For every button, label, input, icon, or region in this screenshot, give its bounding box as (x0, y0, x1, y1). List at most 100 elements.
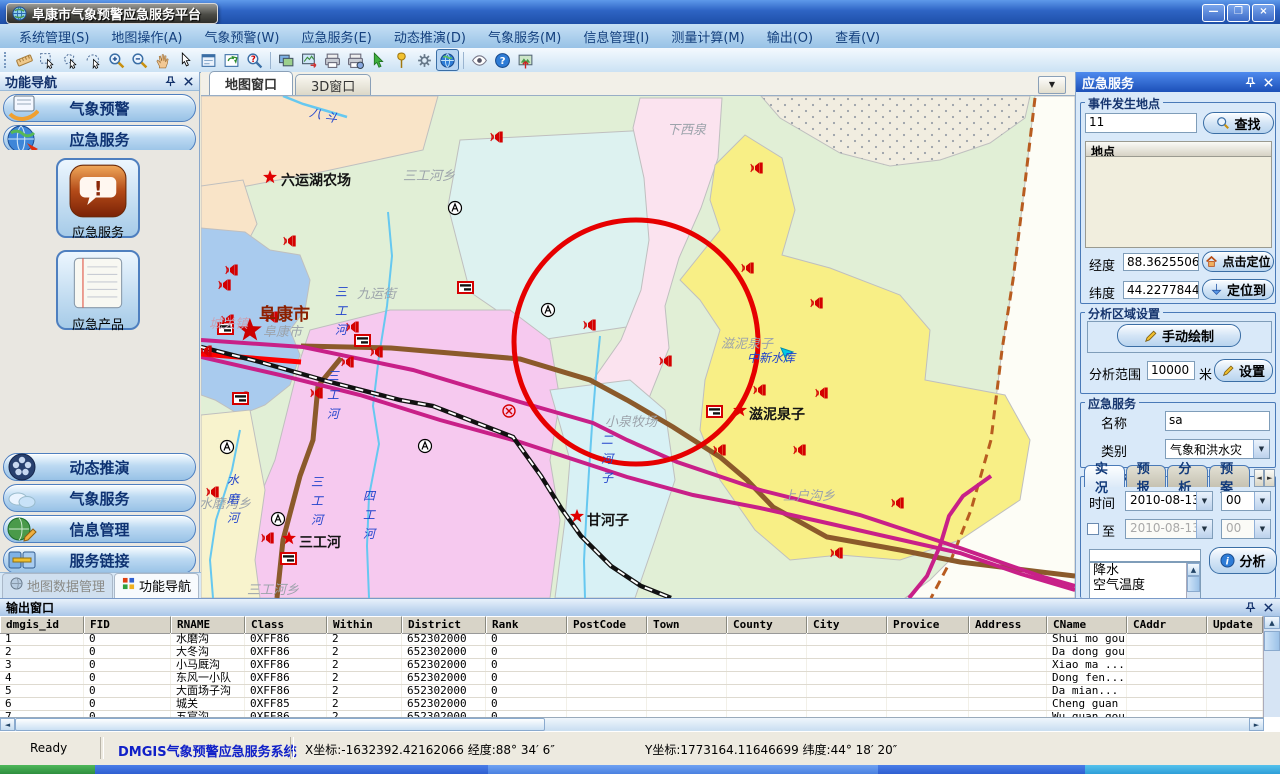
location-list[interactable] (1085, 156, 1272, 248)
pin-icon[interactable] (390, 49, 413, 71)
chevron-down-icon[interactable]: ▼ (1254, 520, 1270, 538)
export-image-icon[interactable] (514, 49, 537, 71)
shortcut-button-应急服务[interactable]: !应急服务 (56, 158, 140, 238)
list-item[interactable]: 降水 (1090, 563, 1187, 578)
column-header-Address[interactable]: Address (969, 616, 1047, 633)
flag-marker[interactable] (355, 335, 370, 346)
element-listbox[interactable]: 降水空气温度 ▲ (1089, 562, 1201, 598)
nav-button-应急服务[interactable]: 应急服务 (3, 125, 196, 153)
element-selected-box[interactable] (1089, 549, 1201, 562)
output-vertical-scrollbar[interactable]: ▲ (1263, 616, 1280, 717)
map-tab-3D窗口[interactable]: 3D窗口 (295, 74, 371, 95)
column-header-Provice[interactable]: Provice (887, 616, 969, 633)
column-header-County[interactable]: County (727, 616, 807, 633)
range-input[interactable]: 10000 (1147, 361, 1195, 380)
station-marker[interactable] (542, 304, 555, 317)
map-tab-dropdown-button[interactable]: ▼ (1038, 76, 1066, 94)
close-button[interactable]: × (1252, 4, 1275, 22)
identify-icon[interactable]: ? (243, 49, 266, 71)
toolbar-grip[interactable] (4, 52, 9, 68)
scroll-left-icon[interactable]: ◄ (0, 718, 15, 731)
latitude-input[interactable]: 44.2277844 (1123, 281, 1199, 299)
column-header-Update[interactable]: Update (1207, 616, 1263, 633)
select-free-icon[interactable] (82, 49, 105, 71)
close-icon[interactable] (1263, 602, 1274, 613)
date-select[interactable]: 2010-08-13▼ (1125, 491, 1213, 511)
column-header-CName[interactable]: CName (1047, 616, 1127, 633)
nav-button-信息管理[interactable]: 信息管理 (3, 515, 196, 543)
map-canvas[interactable]: 三工河乡下西泉九运街小泉牧场上户沟乡水磨沟乡三工河乡滋泥泉子阜康市城关镇六运湖农… (201, 96, 1075, 598)
left-tab-功能导航[interactable]: 功能导航 (114, 573, 199, 598)
select-polygon-icon[interactable] (59, 49, 82, 71)
nav-button-气象预警[interactable]: 气象预警 (3, 94, 196, 122)
manual-draw-button[interactable]: 手动绘制 (1117, 324, 1241, 347)
analysis-tab-预案[interactable]: 预案 (1209, 465, 1250, 487)
flag-marker[interactable] (458, 282, 473, 293)
station-marker[interactable] (419, 440, 432, 453)
export-map-icon[interactable] (298, 49, 321, 71)
restore-button[interactable]: ❐ (1227, 4, 1250, 22)
chevron-down-icon[interactable]: ▼ (1196, 520, 1212, 538)
pin-icon[interactable] (1245, 602, 1256, 613)
scroll-up-icon[interactable]: ▲ (1187, 563, 1200, 576)
column-header-PostCode[interactable]: PostCode (567, 616, 647, 633)
flag-marker[interactable] (707, 406, 722, 417)
column-header-District[interactable]: District (402, 616, 486, 633)
menu-item-6[interactable]: 气象服务(M) (477, 25, 572, 48)
nav-button-动态推演[interactable]: 动态推演 (3, 453, 196, 481)
help-icon[interactable]: ? (491, 49, 514, 71)
layers-icon[interactable] (275, 49, 298, 71)
longitude-input[interactable]: 88.3625506 (1123, 253, 1199, 271)
service-name-input[interactable]: sa (1165, 411, 1270, 431)
select-rect-icon[interactable] (36, 49, 59, 71)
close-icon[interactable] (1263, 77, 1274, 88)
print-icon[interactable] (321, 49, 344, 71)
column-header-dmgis_id[interactable]: dmgis_id (0, 616, 84, 633)
output-table[interactable]: 10水磨沟0XFF8626523020000Shui mo gou20大冬沟0X… (0, 633, 1264, 717)
left-tab-地图数据管理[interactable]: 地图数据管理 (2, 573, 113, 598)
location-search-input[interactable]: 11 (1085, 113, 1197, 133)
scroll-right-icon[interactable]: ► (1249, 718, 1264, 731)
location-list-header[interactable]: 地点 (1085, 141, 1272, 157)
analyze-button[interactable]: i 分析 (1209, 547, 1277, 574)
table-row[interactable]: 10水磨沟0XFF8626523020000Shui mo gou (0, 633, 1264, 646)
nav-button-服务链接[interactable]: 服务链接 (3, 546, 196, 574)
menu-item-2[interactable]: 地图操作(A) (100, 25, 193, 48)
column-header-RNAME[interactable]: RNAME (171, 616, 245, 633)
analysis-tab-分析[interactable]: 分析 (1167, 465, 1208, 487)
chevron-down-icon[interactable]: ▼ (1254, 492, 1270, 510)
scrollbar-thumb[interactable] (15, 718, 545, 731)
chevron-down-icon[interactable]: ▼ (1196, 492, 1212, 510)
service-type-select[interactable]: 气象和洪水灾 ▼ (1165, 439, 1270, 459)
set-button[interactable]: 设置 (1214, 359, 1273, 382)
station-marker[interactable] (221, 441, 234, 454)
hour2-select[interactable]: 00▼ (1221, 519, 1271, 539)
map-tab-地图窗口[interactable]: 地图窗口 (209, 71, 293, 95)
locate-to-button[interactable]: 定位到 (1202, 279, 1274, 300)
to-checkbox[interactable] (1087, 523, 1099, 535)
settings-icon[interactable] (413, 49, 436, 71)
minimize-button[interactable]: — (1202, 4, 1225, 22)
find-button[interactable]: 查找 (1203, 112, 1274, 134)
column-header-Class[interactable]: Class (245, 616, 327, 633)
menu-item-8[interactable]: 测量计算(M) (660, 25, 755, 48)
pointer-icon[interactable] (174, 49, 197, 71)
output-horizontal-scrollbar[interactable]: ◄ ► (0, 717, 1264, 732)
measure-icon[interactable] (13, 49, 36, 71)
column-header-CAddr[interactable]: CAddr (1127, 616, 1207, 633)
click-locate-button[interactable]: 点击定位 (1202, 251, 1274, 272)
eye-icon[interactable] (468, 49, 491, 71)
menu-item-1[interactable]: 系统管理(S) (8, 25, 100, 48)
column-header-City[interactable]: City (807, 616, 887, 633)
print-setup-icon[interactable] (344, 49, 367, 71)
table-row[interactable]: 40东风一小队0XFF8626523020000Dong fen... (0, 672, 1264, 685)
table-row[interactable]: 30小马厩沟0XFF8626523020000Xiao ma ... (0, 659, 1264, 672)
analysis-tab-实况[interactable]: 实况 (1084, 465, 1125, 487)
column-header-FID[interactable]: FID (84, 616, 171, 633)
menu-item-10[interactable]: 查看(V) (824, 25, 891, 48)
full-extent-icon[interactable] (197, 49, 220, 71)
tab-scroll-left-icon[interactable]: ◄ (1254, 469, 1265, 487)
nav-button-气象服务[interactable]: 气象服务 (3, 484, 196, 512)
zoom-out-icon[interactable] (128, 49, 151, 71)
close-icon[interactable] (183, 76, 194, 87)
